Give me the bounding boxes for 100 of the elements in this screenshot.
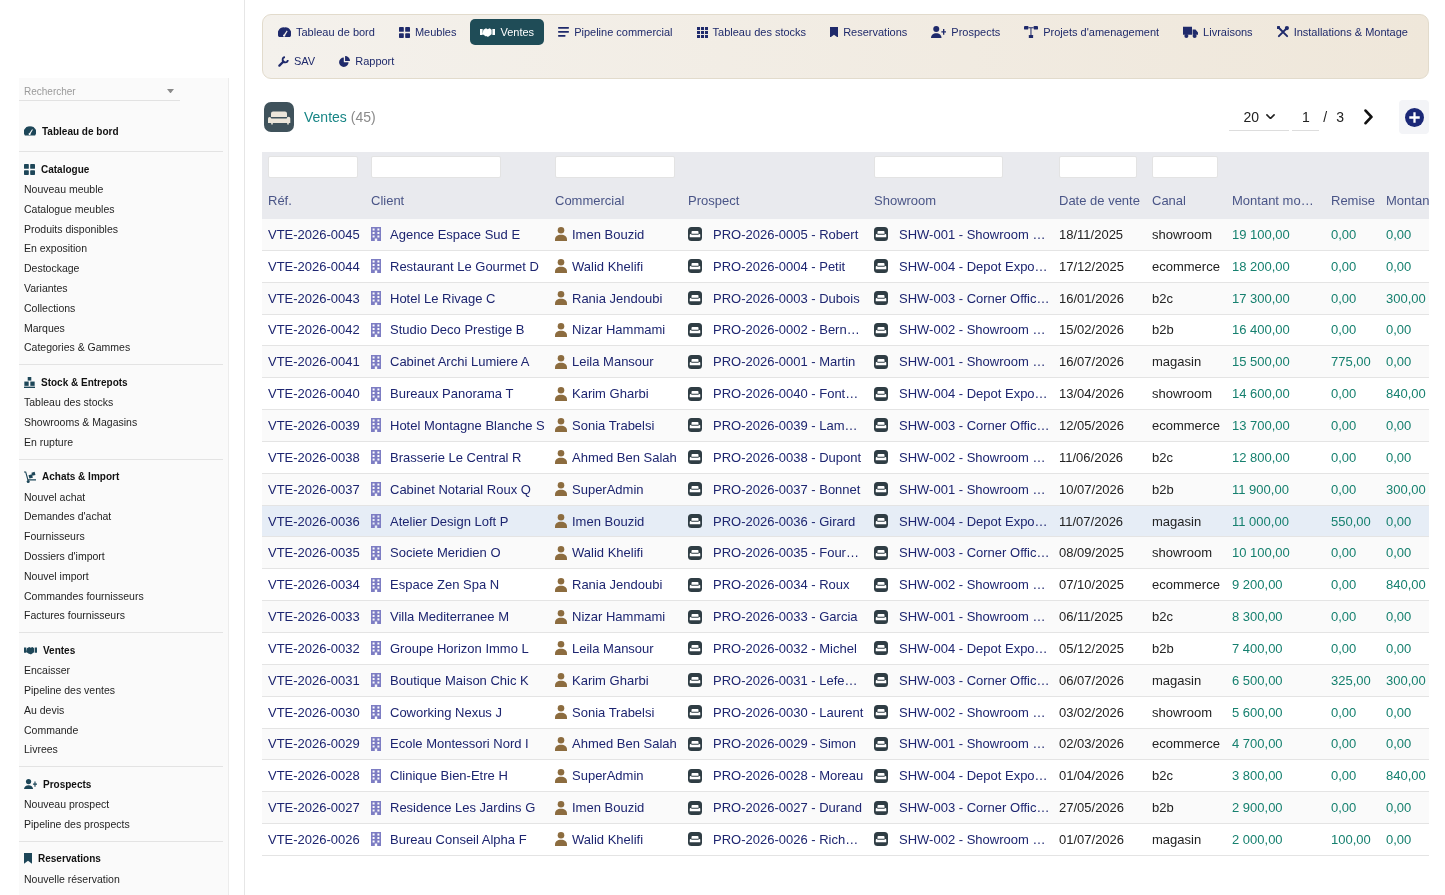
- table-row[interactable]: VTE-2026-0037 Cabinet Notarial Roux Q SuperAdmin PRO-2026-0037 - Bonnet SHW-001 - Showroom … 10/07/2026 b2b 11 900,00 0,00 300,00: [262, 473, 1429, 506]
- client-link[interactable]: Bureaux Panorama T: [390, 386, 514, 402]
- prospect-link[interactable]: PRO-2026-0029 - Simon: [713, 736, 857, 752]
- prospect-link[interactable]: PRO-2026-0032 - Michel: [713, 640, 857, 656]
- table-row[interactable]: VTE-2026-0043 Hotel Le Rivage C Rania Jendoubi PRO-2026-0003 - Dubois SHW-003 - Corner Offic… 16/01/2026 b2c 17 300,00 0,00 300,00: [262, 282, 1429, 315]
- client-link[interactable]: Restaurant Le Gourmet D: [390, 258, 539, 274]
- column-header[interactable]: Canal: [1152, 193, 1186, 208]
- sidebar-item[interactable]: Pipeline des prospects: [24, 814, 218, 835]
- showroom-link[interactable]: SHW-002 - Showroom …: [899, 449, 1046, 465]
- search-field[interactable]: Rechercher: [19, 82, 180, 101]
- column-header[interactable]: Prospect: [688, 193, 740, 208]
- salesperson-link[interactable]: Walid Khelifi: [572, 831, 644, 847]
- showroom-link[interactable]: SHW-001 - Showroom …: [899, 736, 1046, 752]
- sidebar-item[interactable]: Showrooms & Magasins: [24, 412, 218, 433]
- page-input[interactable]: 1: [1292, 103, 1320, 131]
- salesperson-link[interactable]: Nizar Hammami: [572, 322, 666, 338]
- salesperson-link[interactable]: Walid Khelifi: [572, 258, 644, 274]
- reference-link[interactable]: VTE-2026-0028: [268, 768, 360, 784]
- sidebar-item[interactable]: Destockage: [24, 259, 218, 279]
- filter-field[interactable]: [1152, 156, 1218, 178]
- reference-link[interactable]: VTE-2026-0043: [268, 290, 360, 306]
- table-row[interactable]: VTE-2026-0035 Societe Meridien O Walid Khelifi PRO-2026-0035 - Four… SHW-003 - Corner Offic… 08/09/2025 showroom 10 100,00 0,00 0,00: [262, 537, 1429, 570]
- sidebar-item[interactable]: En rupture: [24, 432, 218, 453]
- showroom-link[interactable]: SHW-003 - Corner Offic…: [899, 418, 1050, 433]
- showroom-link[interactable]: SHW-003 - Corner Offic…: [899, 545, 1050, 561]
- reference-link[interactable]: VTE-2026-0031: [268, 672, 360, 688]
- table-row[interactable]: VTE-2026-0027 Residence Les Jardins G Imen Bouzid PRO-2026-0027 - Durand SHW-003 - Corner Offic… 27/05/2026 b2b 2 900,00 0,00 0,00: [262, 792, 1429, 825]
- nav-tab[interactable]: SAV: [268, 48, 326, 74]
- showroom-link[interactable]: SHW-001 - Showroom …: [899, 481, 1046, 497]
- prospect-link[interactable]: PRO-2026-0001 - Martin: [713, 354, 856, 370]
- prospect-link[interactable]: PRO-2026-0035 - Four…: [713, 545, 859, 561]
- showroom-link[interactable]: SHW-003 - Corner Offic…: [899, 800, 1050, 816]
- column-header[interactable]: Montan: [1386, 193, 1430, 208]
- salesperson-link[interactable]: Imen Bouzid: [572, 226, 645, 242]
- showroom-link[interactable]: SHW-001 - Showroom …: [899, 226, 1046, 242]
- salesperson-link[interactable]: Leila Mansour: [572, 354, 654, 370]
- prospect-link[interactable]: PRO-2026-0031 - Lefe…: [713, 672, 858, 688]
- nav-tab[interactable]: Livraisons: [1173, 19, 1263, 45]
- reference-link[interactable]: VTE-2026-0026: [268, 831, 360, 847]
- client-link[interactable]: Boutique Maison Chic K: [390, 672, 529, 688]
- sidebar-item[interactable]: Produits disponibles: [24, 219, 218, 240]
- client-link[interactable]: Ecole Montessori Nord I: [390, 736, 529, 752]
- prospect-link[interactable]: PRO-2026-0005 - Robert: [713, 226, 859, 242]
- salesperson-link[interactable]: Ahmed Ben Salah: [572, 736, 677, 752]
- nav-tab[interactable]: Rapport: [329, 48, 405, 74]
- table-row[interactable]: VTE-2026-0036 Atelier Design Loft P Imen Bouzid PRO-2026-0036 - Girard SHW-004 - Depot Expo… 11/07/2026 magasin 11 000,00 550,00 0,00: [262, 505, 1429, 538]
- salesperson-link[interactable]: Sonia Trabelsi: [572, 704, 655, 720]
- table-row[interactable]: VTE-2026-0031 Boutique Maison Chic K Karim Gharbi PRO-2026-0031 - Lefe… SHW-003 - Corner Offic… 06/07/2026 magasin 6 500,00 325,00 300,00: [262, 664, 1429, 697]
- sidebar-item[interactable]: Nouvel import: [24, 566, 218, 587]
- showroom-link[interactable]: SHW-002 - Showroom …: [899, 831, 1046, 847]
- sidebar-heading[interactable]: Reservations: [24, 848, 218, 869]
- sidebar-item[interactable]: Nouveau meuble: [24, 180, 218, 200]
- showroom-link[interactable]: SHW-001 - Showroom …: [899, 354, 1046, 370]
- prospect-link[interactable]: PRO-2026-0037 - Bonnet: [713, 481, 861, 497]
- prospect-link[interactable]: PRO-2026-0030 - Laurent: [713, 704, 864, 720]
- sidebar-heading[interactable]: Tableau de bord: [24, 121, 218, 141]
- sidebar-item[interactable]: Factures fournisseurs: [24, 606, 218, 627]
- reference-link[interactable]: VTE-2026-0035: [268, 545, 360, 561]
- sidebar-heading[interactable]: Achats & Import: [24, 466, 218, 487]
- client-link[interactable]: Coworking Nexus J: [390, 704, 502, 720]
- reference-link[interactable]: VTE-2026-0032: [268, 640, 360, 656]
- sidebar-item[interactable]: Nouveau prospect: [24, 795, 218, 815]
- table-row[interactable]: VTE-2026-0029 Ecole Montessori Nord I Ahmed Ben Salah PRO-2026-0029 - Simon SHW-001 - Showroom … 02/03/2026 ecommerce 4 700,00 0,00 0,00: [262, 728, 1429, 761]
- showroom-link[interactable]: SHW-002 - Showroom …: [899, 704, 1046, 720]
- showroom-link[interactable]: SHW-004 - Depot Expo…: [899, 386, 1048, 402]
- sidebar-item[interactable]: Encaisser: [24, 661, 218, 681]
- reference-link[interactable]: VTE-2026-0033: [268, 609, 360, 625]
- table-row[interactable]: VTE-2026-0039 Hotel Montagne Blanche S Sonia Trabelsi PRO-2026-0039 - Lam… SHW-003 - Corner Offic… 12/05/2026 ecommerce 13 700,00 0,00 0,00: [262, 410, 1429, 442]
- client-link[interactable]: Hotel Montagne Blanche S: [390, 418, 545, 433]
- client-link[interactable]: Brasserie Le Central R: [390, 449, 522, 465]
- client-link[interactable]: Groupe Horizon Immo L: [390, 640, 529, 656]
- sidebar-item[interactable]: En exposition: [24, 239, 218, 260]
- prospect-link[interactable]: PRO-2026-0036 - Girard: [713, 513, 856, 529]
- showroom-link[interactable]: SHW-003 - Corner Offic…: [899, 672, 1050, 688]
- showroom-link[interactable]: SHW-004 - Depot Expo…: [899, 768, 1048, 784]
- nav-tab[interactable]: Pipeline commercial: [548, 19, 683, 45]
- column-header[interactable]: Remise: [1331, 193, 1376, 208]
- client-link[interactable]: Bureau Conseil Alpha F: [390, 831, 527, 847]
- showroom-link[interactable]: SHW-004 - Depot Expo…: [899, 640, 1048, 656]
- client-link[interactable]: Cabinet Notarial Roux Q: [390, 481, 531, 497]
- nav-tab[interactable]: Projets d'amenagement: [1014, 19, 1170, 45]
- salesperson-link[interactable]: Imen Bouzid: [572, 513, 645, 529]
- reference-link[interactable]: VTE-2026-0041: [268, 354, 360, 370]
- column-header[interactable]: Montant mo…: [1232, 193, 1314, 208]
- prospect-link[interactable]: PRO-2026-0002 - Bern…: [713, 322, 860, 338]
- sidebar-item[interactable]: Collections: [24, 298, 218, 319]
- salesperson-link[interactable]: Karim Gharbi: [572, 672, 649, 688]
- nav-tab[interactable]: Meubles: [388, 19, 467, 45]
- prospect-link[interactable]: PRO-2026-0028 - Moreau: [713, 768, 864, 784]
- salesperson-link[interactable]: SuperAdmin: [572, 768, 644, 784]
- sidebar-heading[interactable]: Stock & Entrepots: [24, 372, 218, 393]
- table-row[interactable]: VTE-2026-0045 Agence Espace Sud E Imen Bouzid PRO-2026-0005 - Robert SHW-001 - Showroom … 18/11/2025 showroom 19 100,00 0,00 0,00: [262, 219, 1429, 251]
- nav-tab[interactable]: Prospects: [921, 19, 1011, 45]
- filter-field[interactable]: [1059, 156, 1137, 178]
- client-link[interactable]: Residence Les Jardins G: [390, 800, 536, 816]
- sidebar-item[interactable]: Pipeline des ventes: [24, 680, 218, 701]
- column-header[interactable]: Client: [371, 193, 405, 208]
- client-link[interactable]: Villa Mediterranee M: [390, 609, 509, 625]
- salesperson-link[interactable]: Nizar Hammami: [572, 609, 666, 625]
- nav-tab[interactable]: Reservations: [820, 19, 918, 45]
